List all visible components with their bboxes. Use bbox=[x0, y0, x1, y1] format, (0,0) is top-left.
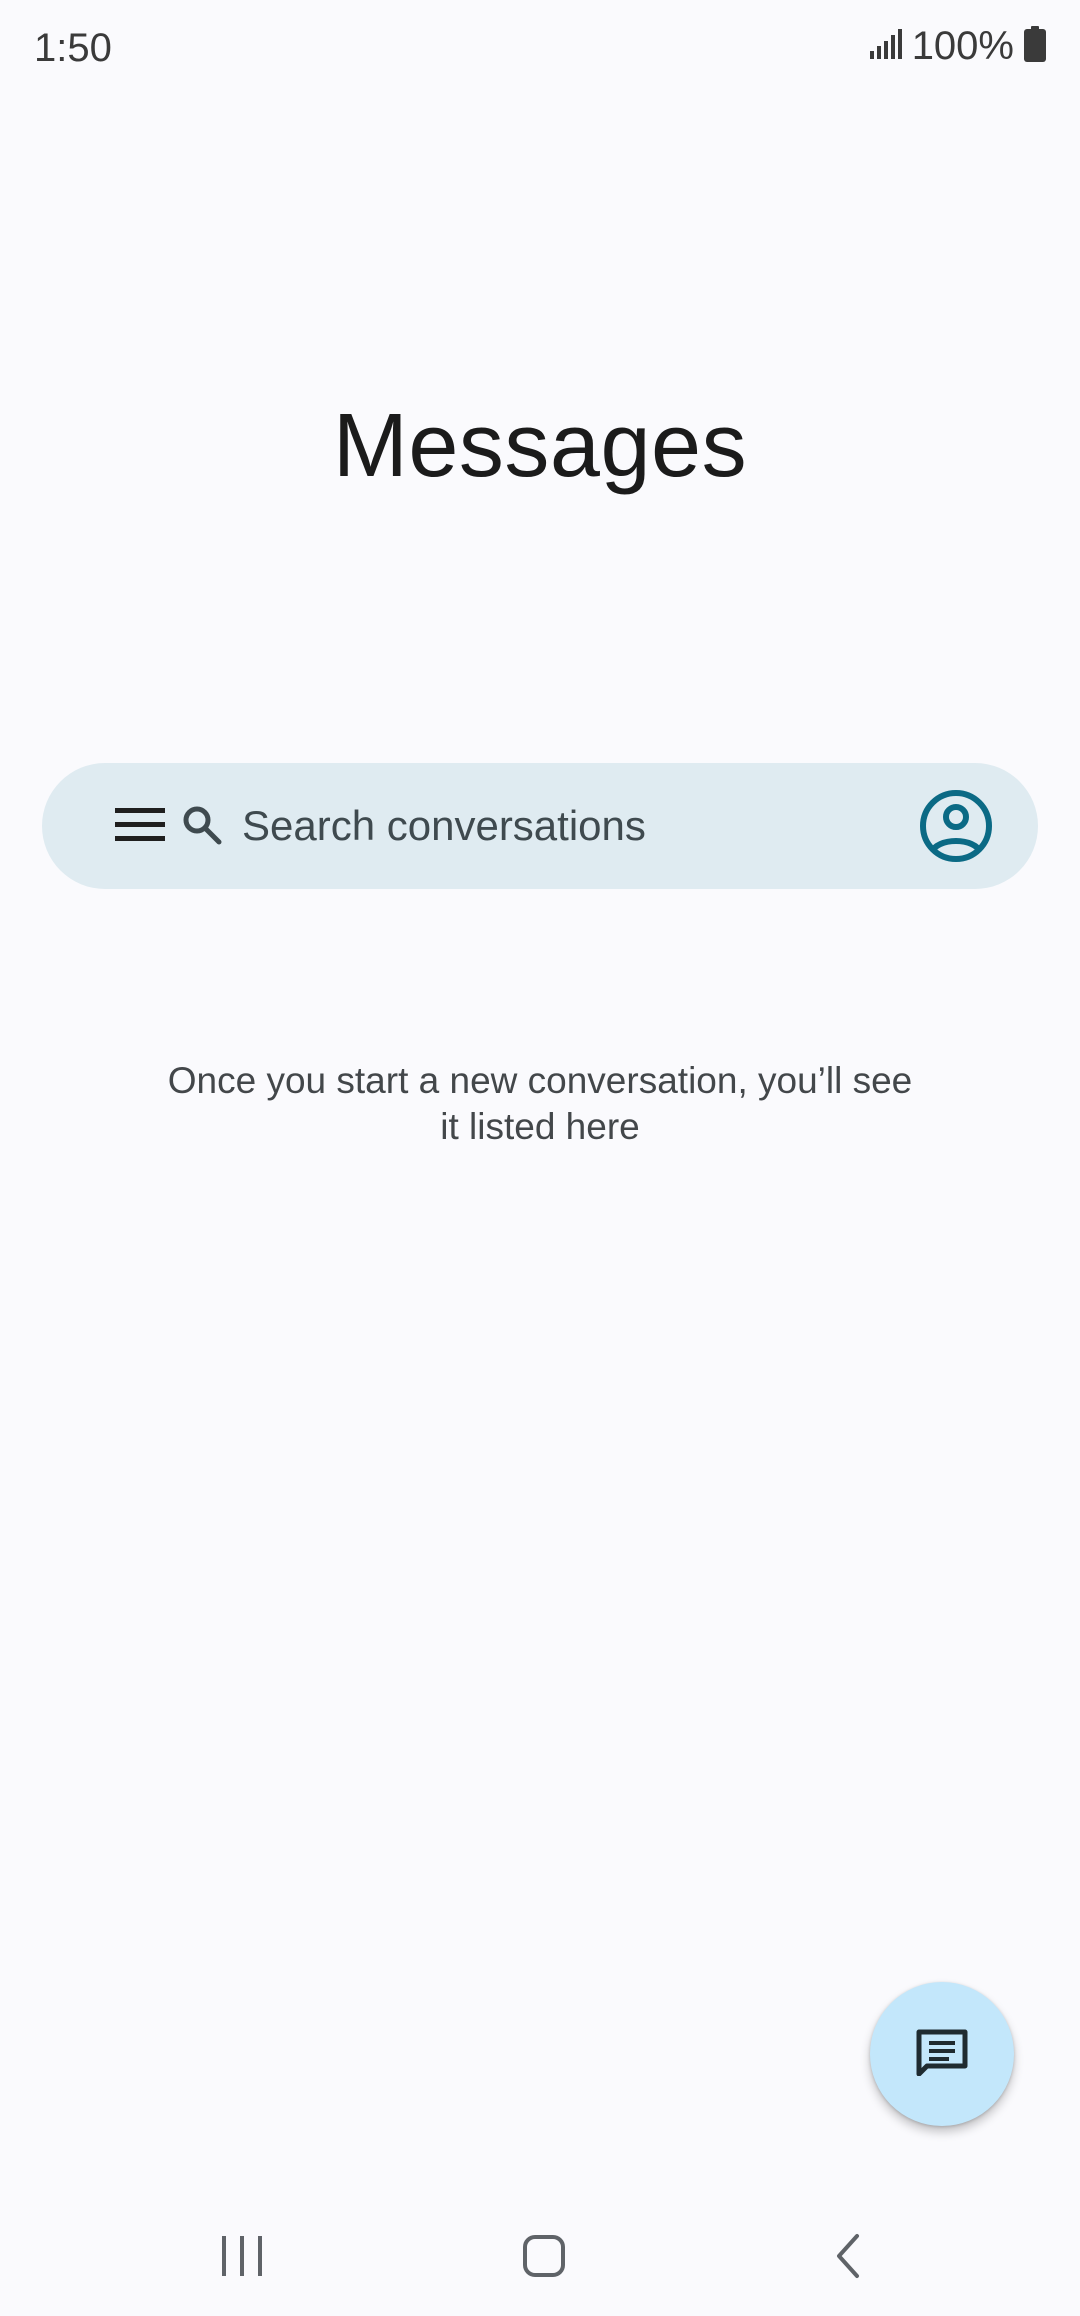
menu-icon bbox=[115, 806, 165, 849]
empty-state-message: Once you start a new conversation, you’l… bbox=[140, 1058, 940, 1150]
empty-state-line-2: it listed here bbox=[440, 1106, 640, 1147]
account-button[interactable] bbox=[917, 787, 995, 865]
account-icon bbox=[917, 790, 995, 869]
status-bar: 1:50 100% bbox=[0, 0, 1080, 100]
search-bar[interactable] bbox=[42, 763, 1038, 889]
recent-apps-icon bbox=[219, 2234, 265, 2283]
recent-apps-button[interactable] bbox=[202, 2226, 282, 2290]
back-icon bbox=[833, 2232, 863, 2285]
page-title: Messages bbox=[332, 396, 748, 496]
home-button[interactable] bbox=[504, 2226, 584, 2290]
status-indicators: 100% bbox=[868, 24, 1046, 69]
signal-icon bbox=[868, 29, 902, 64]
system-navigation-bar bbox=[0, 2200, 1080, 2316]
home-icon bbox=[522, 2234, 566, 2283]
start-chat-button[interactable] bbox=[870, 1982, 1014, 2126]
battery-icon bbox=[1024, 26, 1046, 67]
start-chat-icon bbox=[915, 2028, 969, 2081]
battery-percentage: 100% bbox=[911, 24, 1014, 68]
status-time: 1:50 bbox=[34, 26, 112, 70]
menu-button[interactable] bbox=[112, 799, 168, 855]
back-button[interactable] bbox=[808, 2226, 888, 2290]
search-input[interactable] bbox=[242, 791, 922, 861]
search-icon bbox=[180, 803, 224, 847]
empty-state-line-1: Once you start a new conversation, you’l… bbox=[167, 1060, 913, 1101]
